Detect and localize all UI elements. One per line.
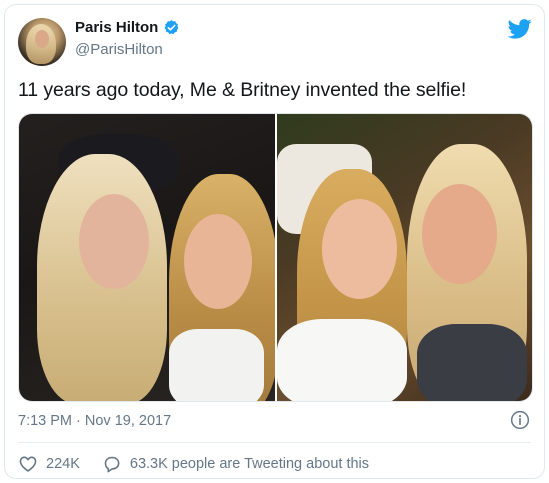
tweet-timestamp[interactable]: 7:13 PM · Nov 19, 2017	[18, 413, 171, 429]
like-count: 224K	[46, 456, 80, 472]
author-name-row[interactable]: Paris Hilton	[75, 19, 180, 36]
tweet-media[interactable]	[18, 113, 533, 402]
tweet-actions: 224K 63.3K people are Tweeting about thi…	[18, 454, 369, 474]
media-photo-right[interactable]	[276, 114, 532, 401]
author-handle[interactable]: @ParisHilton	[75, 41, 163, 58]
divider	[18, 442, 531, 443]
tweet-card: Paris Hilton @ParisHilton 11 years ago t…	[4, 4, 545, 479]
avatar[interactable]	[18, 18, 66, 66]
comment-icon	[104, 456, 120, 473]
verified-badge-icon	[164, 20, 179, 35]
info-icon[interactable]	[510, 410, 530, 430]
heart-icon	[19, 456, 37, 472]
author-display-name[interactable]: Paris Hilton	[75, 19, 158, 36]
media-photo-left[interactable]	[19, 114, 275, 401]
twitter-bird-icon[interactable]	[508, 19, 532, 39]
like-button[interactable]: 224K	[18, 454, 80, 474]
tweeting-about-link[interactable]: 63.3K people are Tweeting about this	[102, 454, 369, 474]
tweeting-about-text: 63.3K people are Tweeting about this	[129, 456, 370, 472]
tweet-text: 11 years ago today, Me & Britney invente…	[18, 79, 467, 101]
